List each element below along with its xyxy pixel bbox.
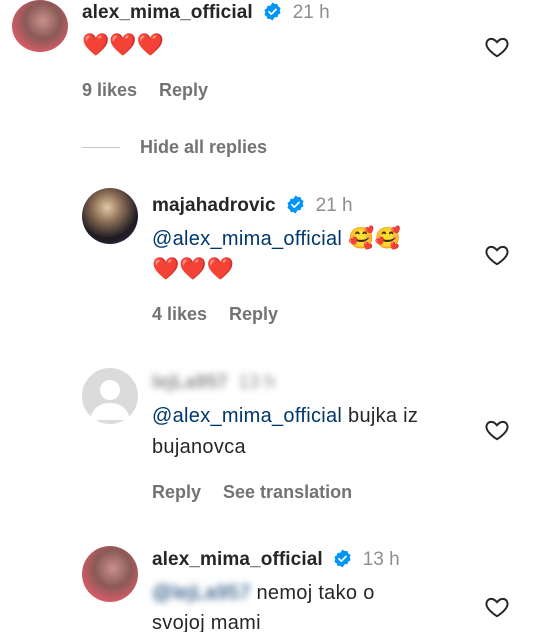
divider [82,147,120,148]
avatar[interactable] [82,188,138,244]
reply-button[interactable]: Reply [159,80,208,100]
comment-text: ❤️❤️❤️ [152,256,235,281]
verified-badge-icon [264,2,281,21]
default-avatar-icon[interactable] [82,368,138,424]
verified-badge-icon [287,195,304,214]
likes-count[interactable]: 9 likes [82,80,137,100]
like-heart-icon[interactable] [483,242,511,268]
avatar[interactable] [82,546,138,602]
see-translation-link[interactable]: See translation [223,482,352,502]
like-heart-icon[interactable] [483,594,511,620]
mention-link[interactable]: @alex_mima_official [152,405,342,427]
comment-username[interactable]: majahadrovic [152,195,276,216]
likes-count[interactable]: 4 likes [152,304,207,324]
comment-username[interactable]: alex_mima_official [152,549,323,570]
comment-time: 21 h [292,2,330,23]
comment-text: bujanovca [152,436,246,458]
reply-button[interactable]: Reply [229,304,278,324]
comment-text: svojoj mami [152,612,261,632]
comment-username[interactable]: alex_mima_official [82,2,253,23]
comment-text: bujka iz [348,405,419,427]
like-heart-icon[interactable] [483,34,511,60]
hide-replies-button[interactable]: Hide all replies [140,137,267,158]
verified-badge-icon [334,549,351,568]
mention-link[interactable]: @lejLa957 [152,582,251,604]
comment-time: 13 h [362,549,400,570]
comment-text: ❤️❤️❤️ [82,32,165,57]
mention-link[interactable]: @alex_mima_official [152,228,342,250]
reply-button[interactable]: Reply [152,482,201,502]
like-heart-icon[interactable] [483,417,511,443]
comment-username[interactable]: lejLa957 [152,372,228,393]
smiling-hearts-emoji: 🥰🥰 [348,227,401,250]
avatar[interactable] [12,0,68,52]
comment-time: 13 h [238,372,276,393]
comment-text: nemoj tako o [256,582,375,604]
comment-time: 21 h [315,195,353,216]
